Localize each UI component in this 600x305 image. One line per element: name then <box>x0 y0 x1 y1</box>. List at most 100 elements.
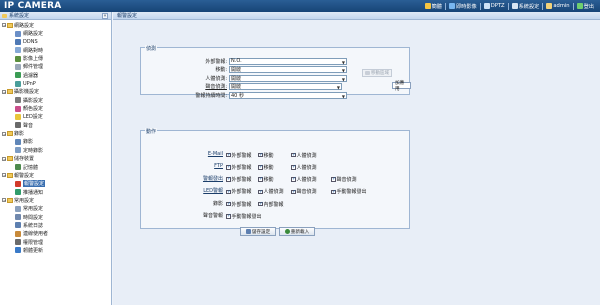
tree-group[interactable]: − 網路設定 <box>0 21 111 29</box>
action-checkbox[interactable]: 移動 <box>258 152 274 159</box>
tree-label: 報警設定 <box>23 180 46 188</box>
checkbox-box[interactable] <box>258 176 263 182</box>
tree-item[interactable]: 攝影設定 <box>0 96 111 104</box>
checkbox-box[interactable] <box>226 201 231 207</box>
action-checkbox[interactable]: 內部警報 <box>258 201 284 208</box>
tree-group[interactable]: − 報警設定 <box>0 171 111 179</box>
checkbox-box[interactable] <box>226 176 231 182</box>
checkbox-box[interactable] <box>291 189 296 195</box>
tree-item[interactable]: 系統日誌 <box>0 221 111 229</box>
tree-item[interactable]: 記憶體 <box>0 163 111 171</box>
action-checkbox[interactable]: 人體偵測 <box>291 176 317 183</box>
detect-field-label: 移動: <box>215 67 227 73</box>
checkbox-box[interactable] <box>258 189 263 195</box>
tree-item[interactable]: DDNS <box>0 38 111 46</box>
checkbox-box[interactable] <box>258 164 263 170</box>
action-checkbox[interactable]: 手動警報發出 <box>331 188 367 195</box>
checkbox-box[interactable] <box>258 152 263 158</box>
top-nav-chinese-simplified[interactable]: 簡體 <box>424 3 442 10</box>
checkbox-box[interactable] <box>226 213 231 219</box>
tree-label: 攝影設定 <box>23 97 44 104</box>
detect-field-select[interactable]: 開啟 ▼ <box>229 83 342 90</box>
tree-item[interactable]: 推播通知 <box>0 188 111 196</box>
expand-toggle-icon[interactable]: − <box>2 131 6 136</box>
top-nav: 簡體 即時影像 DPTZ 系統設定 admin 登出 <box>424 0 594 12</box>
save-settings-button[interactable]: 儲存設定 <box>240 227 276 236</box>
detect-field-select[interactable]: 開啟 ▼ <box>229 66 347 73</box>
action-checkbox[interactable]: 人體偵測 <box>291 164 317 171</box>
action-checkbox[interactable]: 外部警報 <box>226 176 252 183</box>
top-nav-dptz[interactable]: DPTZ <box>483 3 505 9</box>
tree-item[interactable]: 常用設定 <box>0 205 111 213</box>
tree-item[interactable]: 郵件管理 <box>0 63 111 71</box>
tree-item[interactable]: 顏色設定 <box>0 104 111 112</box>
tree-group[interactable]: − 攝影機設定 <box>0 88 111 96</box>
motion-area-button[interactable]: 移動區域 <box>362 69 392 77</box>
tree-item[interactable]: 聲音 <box>0 121 111 129</box>
action-target-link[interactable]: FTP <box>141 163 224 169</box>
checkbox-box[interactable] <box>258 201 263 207</box>
action-checkbox[interactable]: 移動 <box>258 164 274 171</box>
upnp-icon <box>15 80 21 87</box>
action-checkbox[interactable]: 聲音偵測 <box>331 176 357 183</box>
chevron-down-icon: ▼ <box>341 93 345 99</box>
checkbox-box[interactable] <box>291 152 296 158</box>
top-nav-live-video[interactable]: 即時影像 <box>448 3 477 10</box>
checkbox-box[interactable] <box>226 164 231 170</box>
action-checkbox[interactable]: 外部警報 <box>226 164 252 171</box>
expand-toggle-icon[interactable]: − <box>2 173 6 178</box>
tree-item[interactable]: UPnP <box>0 79 111 87</box>
collapse-sidebar-button[interactable]: « <box>102 13 108 19</box>
checkbox-box[interactable] <box>291 164 296 170</box>
permission-icon <box>15 239 21 246</box>
tree-item[interactable]: 報警設定 <box>0 180 111 188</box>
action-checkbox[interactable]: 手動警報發出 <box>226 213 262 220</box>
tree-item[interactable]: 韌體更新 <box>0 246 111 254</box>
checkbox-box[interactable] <box>331 176 336 182</box>
tree-item[interactable]: 錄影 <box>0 138 111 146</box>
action-checkbox[interactable]: 人體偵測 <box>258 188 284 195</box>
tree-item[interactable]: 過濾器 <box>0 71 111 79</box>
tree-item[interactable]: 影像上傳 <box>0 54 111 62</box>
tree-group[interactable]: − 錄影 <box>0 129 111 137</box>
apply-label: 加應用 <box>395 80 405 92</box>
tree-item[interactable]: 連線使用者 <box>0 230 111 238</box>
action-checkbox[interactable]: 外部警報 <box>226 152 252 159</box>
select-value: N.O. <box>231 58 242 64</box>
top-nav-system-settings[interactable]: 系統設定 <box>511 3 539 10</box>
tree-item[interactable]: 網路對時 <box>0 46 111 54</box>
expand-toggle-icon[interactable]: − <box>2 23 6 28</box>
action-checkbox[interactable]: 外部警報 <box>226 201 252 208</box>
checkbox-box[interactable] <box>291 176 296 182</box>
top-nav-logout[interactable]: 登出 <box>576 3 594 10</box>
action-checkbox[interactable]: 聲音偵測 <box>291 188 317 195</box>
tree-item[interactable]: 定時錄影 <box>0 146 111 154</box>
action-checkbox[interactable]: 外部警報 <box>226 188 252 195</box>
detect-field-select[interactable]: 開啟 ▼ <box>229 74 347 82</box>
checkbox-box[interactable] <box>331 189 336 195</box>
alarm-icon <box>15 180 21 187</box>
action-target-link[interactable]: LED警報 <box>141 187 224 194</box>
action-checkbox[interactable]: 人體偵測 <box>291 152 317 159</box>
tree-group[interactable]: − 儲存裝置 <box>0 155 111 163</box>
action-target-link[interactable]: E-Mail <box>141 151 224 157</box>
tree-item[interactable]: LED設定 <box>0 113 111 121</box>
expand-toggle-icon[interactable]: − <box>2 198 6 203</box>
checkbox-label: 移動 <box>263 177 274 184</box>
tree-item[interactable]: 權限管理 <box>0 238 111 246</box>
detect-field-select[interactable]: 40 秒 ▼ <box>229 91 347 99</box>
apply-button[interactable]: 加應用 <box>392 80 411 92</box>
top-nav-user[interactable]: admin <box>546 3 570 9</box>
reload-button[interactable]: 重新載入 <box>279 227 315 236</box>
expand-toggle-icon[interactable]: − <box>2 156 6 161</box>
checkbox-box[interactable] <box>226 189 231 195</box>
action-checkbox[interactable]: 移動 <box>258 176 274 183</box>
checkbox-box[interactable] <box>226 152 231 158</box>
tree-label: 錄影 <box>14 131 25 138</box>
tree-group[interactable]: − 常用設定 <box>0 196 111 204</box>
tree-item[interactable]: 時間設定 <box>0 213 111 221</box>
action-target-link[interactable]: 警報發出 <box>141 175 224 182</box>
tree-item[interactable]: 網路設定 <box>0 29 111 37</box>
expand-toggle-icon[interactable]: − <box>2 89 6 94</box>
detect-field-select[interactable]: N.O. ▼ <box>229 57 347 65</box>
